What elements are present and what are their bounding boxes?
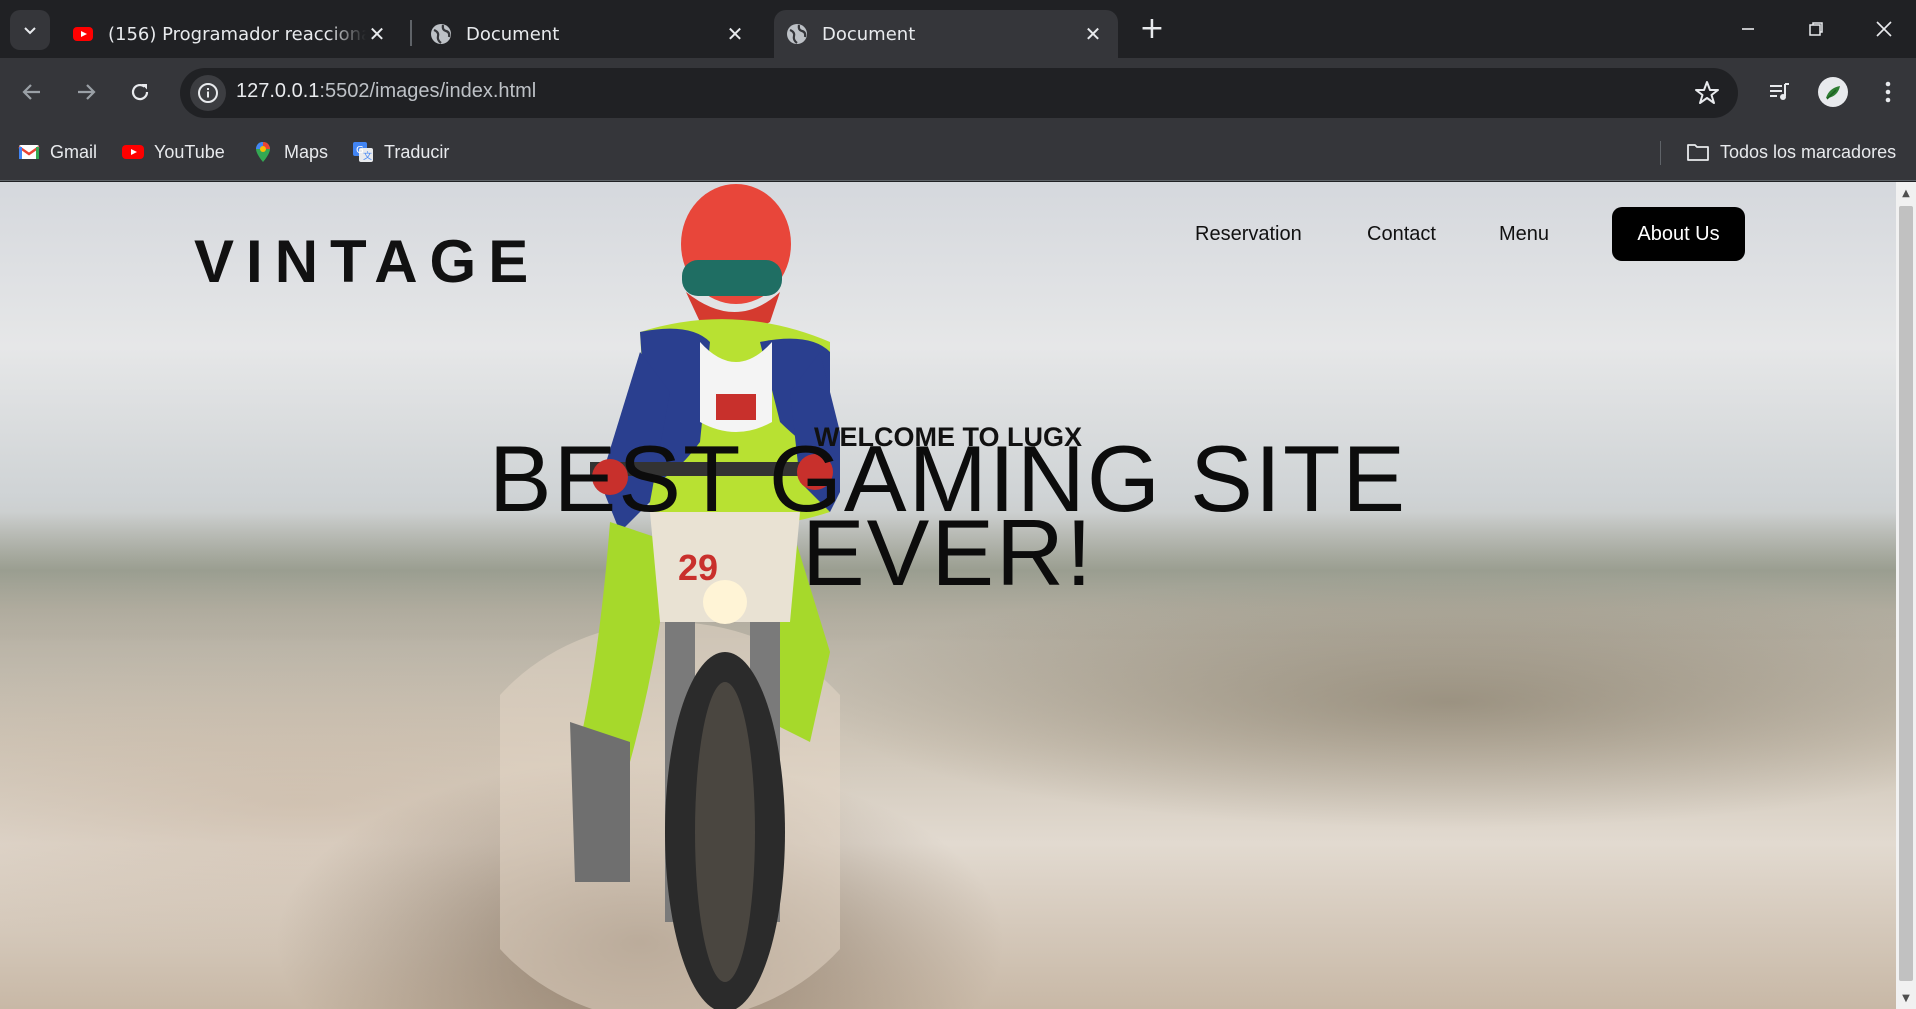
bookmark-translate[interactable]: G文 Traducir xyxy=(352,138,449,166)
close-window-button[interactable] xyxy=(1864,12,1904,46)
tab-search-button[interactable] xyxy=(10,10,50,50)
arrow-left-icon xyxy=(22,84,40,100)
url-text[interactable]: 127.0.0.1:5502/images/index.html xyxy=(236,80,536,103)
all-bookmarks-label: Todos los marcadores xyxy=(1720,141,1897,162)
bookmark-maps[interactable]: Maps xyxy=(252,138,328,166)
more-vert-icon xyxy=(1885,81,1891,103)
minimize-button[interactable] xyxy=(1728,12,1768,46)
tab-separator xyxy=(410,20,412,46)
avatar xyxy=(1818,77,1848,107)
tab-title: Document xyxy=(466,23,560,45)
arrow-right-icon xyxy=(78,84,96,100)
bookmark-gmail[interactable]: Gmail xyxy=(18,138,97,166)
reload-button[interactable] xyxy=(122,74,158,110)
gmail-icon xyxy=(18,145,40,159)
bookmark-star-icon[interactable] xyxy=(1694,80,1720,106)
translate-icon: G文 xyxy=(353,142,373,162)
close-icon[interactable]: ✕ xyxy=(724,22,746,46)
restore-button[interactable] xyxy=(1796,12,1836,46)
bookmarks-divider xyxy=(1660,141,1661,165)
hero-section: 29 VINTAGE Reservation Contact Menu Abou… xyxy=(0,182,1896,1009)
bookmark-label: Gmail xyxy=(50,141,98,162)
profile-button[interactable] xyxy=(1815,74,1851,110)
reload-icon xyxy=(131,83,149,101)
bookmark-label: Maps xyxy=(284,141,329,162)
forward-button[interactable] xyxy=(68,74,104,110)
nav-link-menu[interactable]: Menu xyxy=(1499,207,1549,261)
tab-title: Document xyxy=(822,23,916,45)
globe-icon xyxy=(431,24,451,44)
tab-document[interactable]: Document ✕ xyxy=(418,10,760,58)
profile-leaf-icon xyxy=(1826,86,1840,100)
hero-headline: BEST GAMING SITE EVER! xyxy=(0,432,1896,605)
hero-headline-line2: EVER! xyxy=(801,500,1095,605)
nav-link-reservation[interactable]: Reservation xyxy=(1195,207,1302,261)
close-icon xyxy=(1876,21,1892,37)
scrollbar-thumb[interactable] xyxy=(1899,206,1913,981)
hero-background-image: 29 xyxy=(500,184,840,1009)
back-button[interactable] xyxy=(14,74,50,110)
scroll-down-arrow-icon[interactable]: ▼ xyxy=(1896,989,1916,1007)
globe-icon xyxy=(787,24,807,44)
bookmark-label: YouTube xyxy=(154,141,225,162)
tab-strip: (156) Programador reacciona a ✕ Document… xyxy=(0,0,1916,58)
close-icon[interactable]: ✕ xyxy=(366,22,388,46)
bookmark-youtube[interactable]: YouTube xyxy=(122,138,225,166)
bookmarks-bar: Gmail YouTube Maps G文 Traducir Todos los… xyxy=(0,123,1916,181)
chevron-down-icon xyxy=(24,27,36,35)
info-icon xyxy=(198,83,218,103)
svg-text:文: 文 xyxy=(363,150,372,162)
tab-youtube[interactable]: (156) Programador reacciona a ✕ xyxy=(60,10,402,58)
browser-menu-button[interactable] xyxy=(1870,74,1906,110)
site-info-button[interactable] xyxy=(190,75,226,111)
minimize-icon xyxy=(1742,28,1754,30)
scroll-up-arrow-icon[interactable]: ▲ xyxy=(1896,184,1916,202)
folder-icon xyxy=(1687,144,1709,161)
youtube-icon xyxy=(122,145,144,159)
all-bookmarks-button[interactable]: Todos los marcadores xyxy=(1686,138,1896,166)
close-icon[interactable]: ✕ xyxy=(1082,22,1104,46)
about-us-button[interactable]: About Us xyxy=(1612,207,1745,261)
browser-toolbar: 127.0.0.1:5502/images/index.html xyxy=(0,58,1916,123)
url-host: 127.0.0.1 xyxy=(236,80,320,102)
new-tab-button[interactable]: + xyxy=(1136,14,1168,46)
maps-icon xyxy=(256,142,270,162)
restore-icon xyxy=(1809,22,1823,36)
bookmark-label: Traducir xyxy=(384,141,450,162)
tab-title: (156) Programador reacciona a xyxy=(108,23,366,45)
media-control-button[interactable] xyxy=(1761,74,1797,110)
page-scrollbar[interactable]: ▲ ▼ xyxy=(1896,182,1916,1009)
site-logo[interactable]: VINTAGE xyxy=(194,227,540,296)
url-path: :5502/images/index.html xyxy=(319,80,537,102)
tab-document-active[interactable]: Document ✕ xyxy=(774,10,1118,58)
youtube-icon xyxy=(73,27,93,41)
playlist-icon xyxy=(1770,83,1789,100)
address-bar[interactable]: 127.0.0.1:5502/images/index.html xyxy=(180,68,1738,118)
nav-link-contact[interactable]: Contact xyxy=(1367,207,1436,261)
